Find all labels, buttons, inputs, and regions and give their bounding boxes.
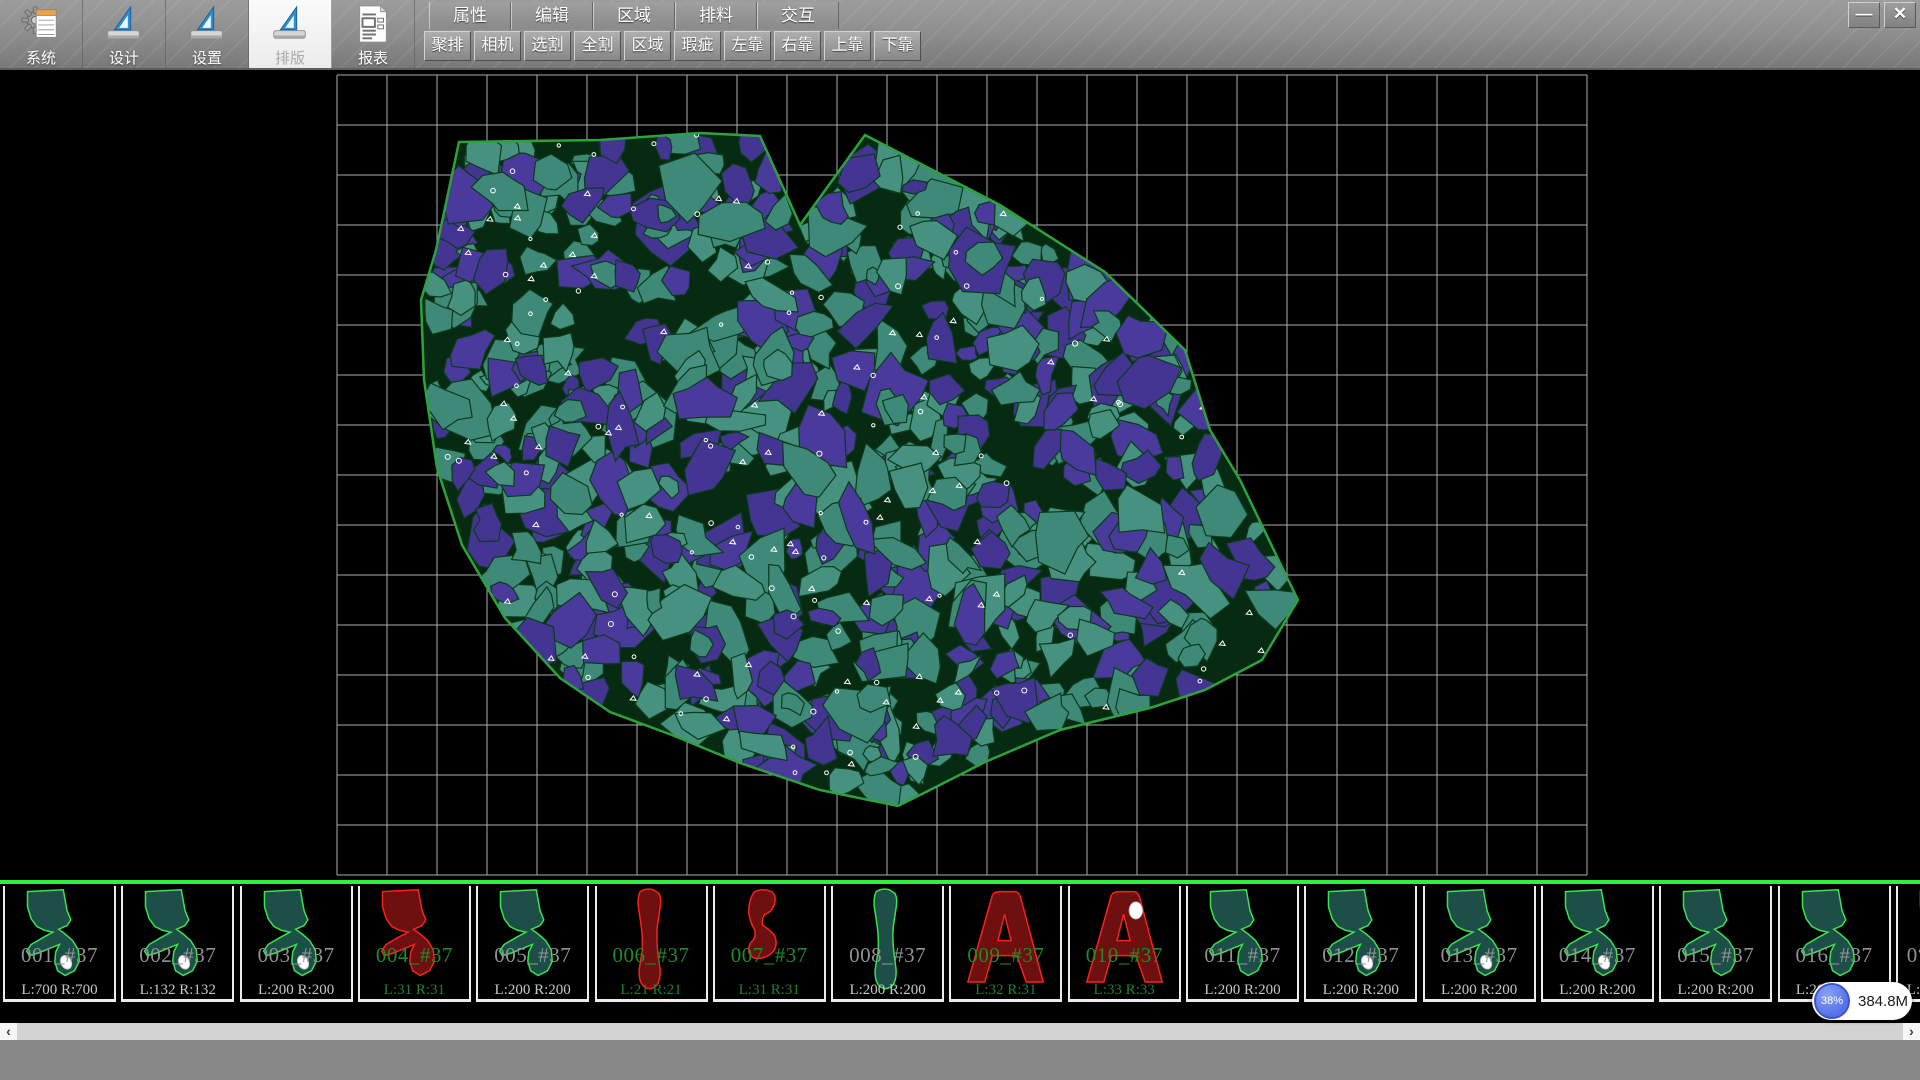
thumbnail-cell-12[interactable]: 012_#37 L:200 R:200 [1304,886,1417,1002]
thumbnail-cell-4[interactable]: 004_#37 L:31 R:31 [358,886,471,1002]
nesting-layout-drawing [0,70,1920,880]
thumbnail-cell-9[interactable]: 009_#37 L:32 R:31 [949,886,1062,1002]
piece-lr-count: L:200 R:200 [1188,982,1297,999]
action-button-select-cut[interactable]: 选割 [524,31,571,61]
menu-tabs: 属性编辑区域排料交互 [429,2,839,29]
triangle-ruler-icon [184,3,230,45]
thumbnail-cell-2[interactable]: 002_#37 L:132 R:132 [121,886,234,1002]
menu-tab-interaction[interactable]: 交互 [757,2,839,29]
action-button-camera[interactable]: 相机 [474,31,521,61]
action-button-snap-up[interactable]: 上靠 [824,31,871,61]
piece-lr-count: L:200 R:200 [242,982,351,999]
minimize-button[interactable]: — [1848,2,1880,28]
thumbnail-cell-1[interactable]: 001_#37 L:700 R:700 [3,886,116,1002]
piece-name: 015_#37 [1661,943,1770,968]
menu-tab-edit[interactable]: 编辑 [511,2,593,29]
action-button-defect[interactable]: 瑕疵 [674,31,721,61]
app-button-label: 报表 [358,47,388,68]
thumbnail-cell-11[interactable]: 011_#37 L:200 R:200 [1186,886,1299,1002]
piece-lr-count: L:32 R:31 [951,982,1060,999]
scroll-right-button[interactable]: › [1903,1023,1920,1040]
app-button-label: 系统 [26,47,56,68]
menu-tab-nest[interactable]: 排料 [675,2,757,29]
app-button-system[interactable]: 系统 [0,0,83,68]
action-button-cluster-nest[interactable]: 聚排 [424,31,471,61]
piece-lr-count: L:200 R:200 [1306,982,1415,999]
footer-bar [0,1040,1920,1080]
action-button-snap-down[interactable]: 下靠 [874,31,921,61]
piece-name: 003_#37 [242,943,351,968]
thumbnail-cell-6[interactable]: 006_#37 L:21 R:21 [595,886,708,1002]
piece-name: 0 [1898,943,1920,968]
piece-name: 008_#37 [833,943,942,968]
piece-name: 016_#37 [1780,943,1889,968]
triangle-ruler-icon [101,3,147,45]
action-buttons: 聚排相机选割全割区域瑕疵左靠右靠上靠下靠 [424,31,924,61]
piece-lr-count: L:200 R:200 [1425,982,1534,999]
app-button-label: 设置 [192,47,222,68]
piece-name: 010_#37 [1070,943,1179,968]
window-controls: — ✕ [1848,2,1916,28]
menu-tab-properties[interactable]: 属性 [429,2,511,29]
piece-name: 011_#37 [1188,943,1297,968]
progress-percent-badge: 38% [1814,983,1850,1019]
piece-name: 001_#37 [5,943,114,968]
app-button-settings[interactable]: 设置 [166,0,249,68]
piece-lr-count: L:21 R:21 [597,982,706,999]
thumbnail-cell-7[interactable]: 007_#37 L:31 R:31 [713,886,826,1002]
piece-name: 014_#37 [1543,943,1652,968]
report-document-icon [350,3,396,45]
thumbnail-cell-8[interactable]: 008_#37 L:200 R:200 [831,886,944,1002]
triangle-ruler-icon [267,3,313,45]
action-button-cut-all[interactable]: 全割 [574,31,621,61]
piece-name: 009_#37 [951,943,1060,968]
system-gear-icon [18,3,64,45]
nesting-canvas[interactable] [0,70,1920,880]
piece-lr-count: L:31 R:31 [360,982,469,999]
thumbnail-cell-10[interactable]: 010_#37 L:33 R:33 [1068,886,1181,1002]
piece-lr-count: L:132 R:132 [123,982,232,999]
piece-lr-count: L:31 R:31 [715,982,824,999]
app-button-nesting[interactable]: 排版 [249,0,332,68]
thumbnail-cell-15[interactable]: 015_#37 L:200 R:200 [1659,886,1772,1002]
app-button-design[interactable]: 设计 [83,0,166,68]
piece-lr-count: L:33 R:33 [1070,982,1179,999]
scroll-left-button[interactable]: ‹ [0,1023,17,1040]
piece-lr-count: L:200 R:200 [1661,982,1770,999]
piece-name: 012_#37 [1306,943,1415,968]
thumbnail-cell-13[interactable]: 013_#37 L:200 R:200 [1423,886,1536,1002]
piece-name: 006_#37 [597,943,706,968]
piece-lr-count: L:200 R:200 [478,982,587,999]
app-button-label: 设计 [109,47,139,68]
menu-tab-region[interactable]: 区域 [593,2,675,29]
thumbnail-cell-5[interactable]: 005_#37 L:200 R:200 [476,886,589,1002]
close-button[interactable]: ✕ [1884,2,1916,28]
progress-percent-text: 38% [1821,995,1843,1007]
piece-name: 002_#37 [123,943,232,968]
thumbnail-strip: 001_#37 L:700 R:700 002_#37 L:132 R:132 … [0,884,1920,1005]
action-button-snap-right[interactable]: 右靠 [774,31,821,61]
piece-name: 004_#37 [360,943,469,968]
titlebar: 系统 设计 设置 排版 报表 属性编辑区域排料交互 聚排相机选割全割区域瑕疵 [0,0,1920,70]
action-button-region[interactable]: 区域 [624,31,671,61]
thumbnail-cell-3[interactable]: 003_#37 L:200 R:200 [240,886,353,1002]
piece-name: 013_#37 [1425,943,1534,968]
action-button-snap-left[interactable]: 左靠 [724,31,771,61]
piece-lr-count: L:200 R:200 [1543,982,1652,999]
piece-lr-count: L:200 R:200 [833,982,942,999]
horizontal-scrollbar[interactable]: ‹ › [0,1023,1920,1040]
piece-name: 005_#37 [478,943,587,968]
piece-name: 007_#37 [715,943,824,968]
progress-badge: 38% 384.8M [1812,982,1912,1020]
app-buttons: 系统 设计 设置 排版 报表 [0,0,415,68]
thumbnail-cell-14[interactable]: 014_#37 L:200 R:200 [1541,886,1654,1002]
app-button-report[interactable]: 报表 [332,0,415,68]
piece-lr-count: L:700 R:700 [5,982,114,999]
memory-usage-text: 384.8M [1858,993,1908,1010]
app-button-label: 排版 [275,47,305,68]
